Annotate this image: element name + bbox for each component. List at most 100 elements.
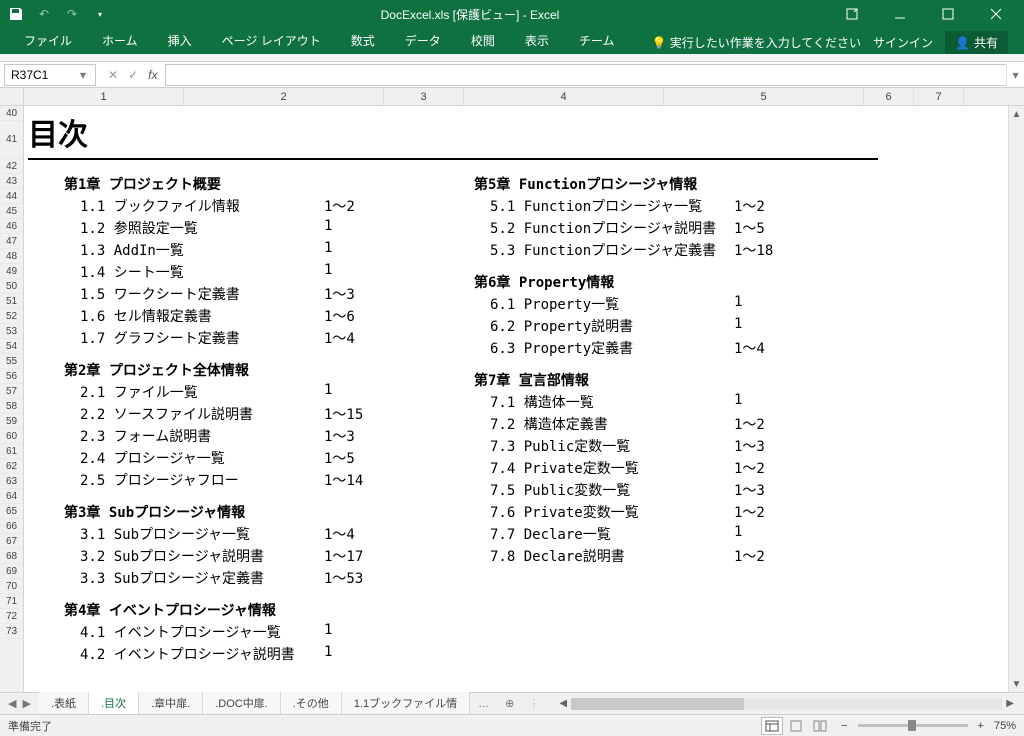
- sheet-tab-strip: ◀ ▶ .表紙.目次.章中扉..DOC中扉..その他1.1ブックファイル情 … …: [0, 692, 1024, 714]
- row-header[interactable]: 53: [0, 324, 23, 339]
- ribbon-tab-データ[interactable]: データ: [391, 27, 455, 54]
- normal-view-icon[interactable]: [761, 717, 783, 735]
- signin-link[interactable]: サインイン: [873, 34, 933, 51]
- sheet-tab[interactable]: .目次: [89, 692, 139, 716]
- formula-input[interactable]: [165, 64, 1006, 86]
- page-layout-view-icon[interactable]: [785, 717, 807, 735]
- row-header[interactable]: 58: [0, 399, 23, 414]
- toc-entry-label: 6.1 Property一覧: [474, 294, 734, 314]
- ribbon-tab-数式[interactable]: 数式: [337, 27, 389, 54]
- row-header[interactable]: 59: [0, 414, 23, 429]
- qat-dropdown-icon[interactable]: ▾: [92, 6, 108, 22]
- zoom-slider[interactable]: [858, 724, 968, 727]
- row-header[interactable]: 64: [0, 489, 23, 504]
- sheet-tab[interactable]: .DOC中扉.: [203, 692, 281, 716]
- undo-icon[interactable]: ↶: [36, 6, 52, 22]
- save-icon[interactable]: [8, 6, 24, 22]
- row-header[interactable]: 51: [0, 294, 23, 309]
- row-header[interactable]: 68: [0, 549, 23, 564]
- row-header[interactable]: 55: [0, 354, 23, 369]
- row-header[interactable]: 63: [0, 474, 23, 489]
- ribbon-tab-挿入[interactable]: 挿入: [154, 27, 206, 54]
- column-header[interactable]: 1: [24, 88, 184, 105]
- column-header[interactable]: 5: [664, 88, 864, 105]
- ribbon-tab-ホーム[interactable]: ホーム: [88, 27, 152, 54]
- row-header[interactable]: 70: [0, 579, 23, 594]
- name-box[interactable]: R37C1 ▾: [4, 64, 96, 86]
- column-header[interactable]: 4: [464, 88, 664, 105]
- row-header[interactable]: 73: [0, 624, 23, 639]
- ribbon-tab-ファイル[interactable]: ファイル: [10, 27, 86, 54]
- scroll-down-icon[interactable]: ▼: [1009, 676, 1024, 692]
- row-header[interactable]: 49: [0, 264, 23, 279]
- sheet-tab[interactable]: 1.1ブックファイル情: [342, 692, 470, 716]
- scroll-left-icon[interactable]: ◀: [555, 698, 571, 709]
- row-header[interactable]: 46: [0, 219, 23, 234]
- chevron-down-icon[interactable]: ▾: [77, 68, 89, 82]
- ribbon-tab-表示[interactable]: 表示: [511, 27, 563, 54]
- row-header[interactable]: 62: [0, 459, 23, 474]
- scroll-up-icon[interactable]: ▲: [1009, 106, 1024, 122]
- ribbon-display-icon[interactable]: [832, 0, 872, 28]
- scroll-right-icon[interactable]: ▶: [1002, 698, 1018, 709]
- toc-chapter: 第7章 宣言部情報: [474, 370, 854, 390]
- row-header[interactable]: 60: [0, 429, 23, 444]
- row-header[interactable]: 65: [0, 504, 23, 519]
- column-header[interactable]: 2: [184, 88, 384, 105]
- tab-scroll-left-icon[interactable]: ◀: [8, 697, 16, 710]
- column-header[interactable]: 6: [864, 88, 914, 105]
- sheet-tab[interactable]: .章中扉.: [139, 692, 203, 716]
- sheet-tab[interactable]: .表紙: [39, 692, 89, 716]
- minimize-button[interactable]: [880, 0, 920, 28]
- row-header[interactable]: 71: [0, 594, 23, 609]
- enter-icon[interactable]: ✓: [128, 68, 138, 82]
- column-header[interactable]: 3: [384, 88, 464, 105]
- row-header[interactable]: 56: [0, 369, 23, 384]
- cancel-icon[interactable]: ✕: [108, 68, 118, 82]
- toc-entry: 3.2 Subプロシージャ説明書1～17: [64, 546, 444, 566]
- toc-entry: 6.3 Property定義書1～4: [474, 338, 854, 358]
- row-header[interactable]: 52: [0, 309, 23, 324]
- column-header[interactable]: 7: [914, 88, 964, 105]
- row-header[interactable]: 41: [0, 121, 23, 159]
- ribbon-tab-チーム[interactable]: チーム: [565, 27, 629, 54]
- row-header[interactable]: 69: [0, 564, 23, 579]
- tell-me[interactable]: 💡 実行したい作業を入力してください: [651, 34, 861, 51]
- add-sheet-icon[interactable]: ⊕: [497, 697, 522, 710]
- toc-entry-pages: 1～2: [734, 546, 765, 566]
- row-header[interactable]: 40: [0, 106, 23, 121]
- horizontal-scrollbar[interactable]: ◀ ▶: [545, 698, 1024, 710]
- tab-scroll-right-icon[interactable]: ▶: [22, 697, 30, 710]
- ribbon-tab-ページ レイアウト[interactable]: ページ レイアウト: [208, 27, 335, 54]
- row-header[interactable]: 61: [0, 444, 23, 459]
- more-tabs-icon[interactable]: …: [470, 698, 497, 710]
- redo-icon[interactable]: ↷: [64, 6, 80, 22]
- select-all-corner[interactable]: [0, 88, 24, 105]
- close-button[interactable]: [976, 0, 1016, 28]
- row-header[interactable]: 57: [0, 384, 23, 399]
- row-header[interactable]: 48: [0, 249, 23, 264]
- expand-formula-icon[interactable]: ▾: [1006, 64, 1024, 86]
- row-header[interactable]: 72: [0, 609, 23, 624]
- zoom-out-icon[interactable]: −: [841, 720, 847, 732]
- row-header[interactable]: 44: [0, 189, 23, 204]
- row-header[interactable]: 50: [0, 279, 23, 294]
- row-header[interactable]: 47: [0, 234, 23, 249]
- cell-grid[interactable]: 目次 第1章 プロジェクト概要1.1 ブックファイル情報1～21.2 参照設定一…: [24, 106, 1024, 692]
- row-header[interactable]: 66: [0, 519, 23, 534]
- row-header[interactable]: 67: [0, 534, 23, 549]
- vertical-scrollbar[interactable]: ▲ ▼: [1008, 106, 1024, 692]
- zoom-in-icon[interactable]: +: [978, 720, 984, 732]
- page-break-view-icon[interactable]: [809, 717, 831, 735]
- row-header[interactable]: 45: [0, 204, 23, 219]
- fx-icon[interactable]: fx: [148, 68, 157, 82]
- ribbon-tab-校閲[interactable]: 校閲: [457, 27, 509, 54]
- row-header[interactable]: 54: [0, 339, 23, 354]
- zoom-level[interactable]: 75%: [994, 720, 1016, 732]
- sheet-tab[interactable]: .その他: [281, 692, 342, 716]
- share-button[interactable]: 👤共有: [945, 31, 1008, 54]
- row-header[interactable]: 43: [0, 174, 23, 189]
- maximize-button[interactable]: [928, 0, 968, 28]
- toc-entry-pages: 1～15: [324, 404, 363, 424]
- row-header[interactable]: 42: [0, 159, 23, 174]
